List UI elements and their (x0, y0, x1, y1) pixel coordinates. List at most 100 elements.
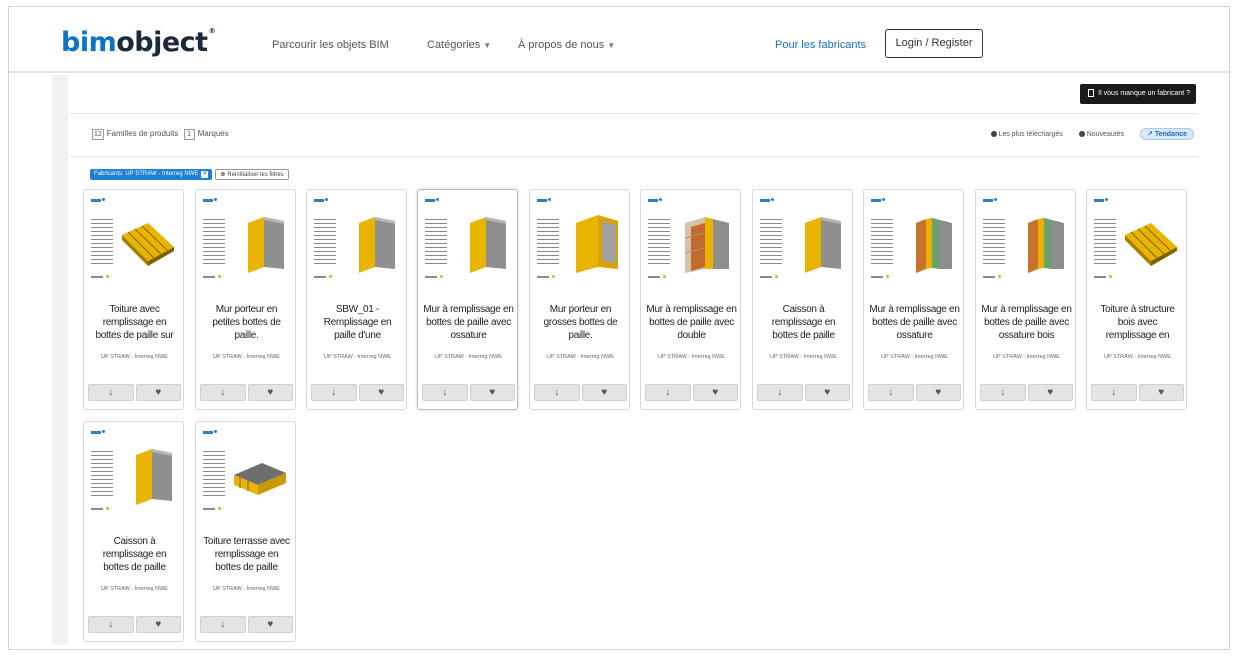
product-thumbnail[interactable] (983, 198, 1070, 287)
product-thumbnail[interactable] (91, 198, 178, 287)
download-button[interactable]: ↓ (757, 384, 803, 401)
thumbnail-footer (537, 275, 555, 278)
product-manufacturer[interactable]: UP STRAW - Interreg NWE (94, 354, 175, 361)
nav-about-us[interactable]: À propos de nous ▼ (518, 39, 615, 51)
favorite-button[interactable]: ♥ (581, 384, 627, 401)
families-label[interactable]: Familles de produits (107, 129, 179, 138)
product-thumbnail[interactable] (314, 198, 401, 287)
product-thumbnail[interactable] (425, 198, 512, 287)
product-title[interactable]: SBW_01 - Remplissage en paille d'une (312, 303, 403, 342)
wall-green-icon (916, 218, 952, 273)
product-card[interactable]: Toiture à structure bois avec remplissag… (1086, 189, 1187, 410)
favorite-button[interactable]: ♥ (469, 384, 515, 401)
product-manufacturer[interactable]: UP STRAW - Interreg NWE (94, 586, 175, 593)
sort-options: Les plus téléchargés Nouveautés ↗ Tendan… (977, 128, 1194, 140)
sort-most-downloaded[interactable]: Les plus téléchargés (990, 131, 1063, 138)
download-button[interactable]: ↓ (868, 384, 914, 401)
product-manufacturer[interactable]: UP STRAW - Interreg NWE (540, 354, 621, 361)
product-manufacturer[interactable]: UP STRAW - Interreg NWE (1097, 354, 1178, 361)
favorite-button[interactable]: ♥ (915, 384, 961, 401)
product-card[interactable]: Mur à remplissage en bottes de paille av… (417, 189, 518, 410)
download-button[interactable]: ↓ (645, 384, 691, 401)
favorite-button[interactable]: ♥ (804, 384, 850, 401)
bimobject-logo[interactable]: bimobject® (61, 27, 216, 58)
product-manufacturer[interactable]: UP STRAW - Interreg NWE (428, 354, 509, 361)
favorite-button[interactable]: ♥ (692, 384, 738, 401)
nav-for-manufacturers[interactable]: Pour les fabricants (775, 39, 866, 51)
product-thumbnail[interactable] (871, 198, 958, 287)
reset-filters-button[interactable]: ⊗ Réinitialiser les filtres (215, 169, 289, 180)
favorite-button[interactable]: ♥ (135, 616, 181, 633)
favorite-button[interactable]: ♥ (135, 384, 181, 401)
product-title[interactable]: Caisson à remplissage en bottes de paill… (758, 303, 849, 342)
product-thumbnail[interactable] (648, 198, 735, 287)
nav-categories[interactable]: Catégories ▼ (427, 39, 491, 51)
download-button[interactable]: ↓ (534, 384, 580, 401)
favorite-button[interactable]: ♥ (358, 384, 404, 401)
product-title[interactable]: Mur porteur en grosses bottes de paille. (535, 303, 626, 342)
favorite-button[interactable]: ♥ (1138, 384, 1184, 401)
product-manufacturer[interactable]: UP STRAW - Interreg NWE (206, 586, 287, 593)
download-button[interactable]: ↓ (88, 616, 134, 633)
close-icon[interactable]: × (201, 171, 209, 178)
product-card[interactable]: Toiture avec remplissage en bottes de pa… (83, 189, 184, 410)
product-manufacturer[interactable]: UP STRAW - Interreg NWE (874, 354, 955, 361)
spec-sheet-lines (91, 451, 113, 497)
product-title[interactable]: Mur à remplissage en bottes de paille av… (981, 303, 1072, 342)
product-card[interactable]: Caisson à remplissage en bottes de paill… (83, 421, 184, 642)
brands-label[interactable]: Marques (198, 129, 229, 138)
sort-trending[interactable]: ↗ Tendance (1140, 128, 1194, 140)
nav-browse-bim-objects[interactable]: Parcourir les objets BIM (272, 39, 389, 51)
product-card[interactable]: Caisson à remplissage en bottes de paill… (752, 189, 853, 410)
sort-new[interactable]: Nouveautés (1078, 131, 1124, 138)
favorite-button[interactable]: ♥ (1027, 384, 1073, 401)
product-title[interactable]: Mur porteur en petites bottes de paille. (201, 303, 292, 342)
card-actions: ↓ ♥ (645, 384, 738, 401)
thumbnail-footer (91, 275, 109, 278)
product-thumbnail[interactable] (203, 198, 290, 287)
product-card[interactable]: Mur à remplissage en bottes de paille av… (863, 189, 964, 410)
product-title[interactable]: Toiture à structure bois avec remplissag… (1092, 303, 1183, 342)
product-title[interactable]: Toiture avec remplissage en bottes de pa… (89, 303, 180, 342)
product-thumbnail[interactable] (1094, 198, 1181, 287)
product-manufacturer[interactable]: UP STRAW - Interreg NWE (317, 354, 398, 361)
product-card[interactable]: Mur porteur en grosses bottes de paille.… (529, 189, 630, 410)
product-manufacturer[interactable]: UP STRAW - Interreg NWE (986, 354, 1067, 361)
browser-page: bimobject® Parcourir les objets BIM Caté… (8, 6, 1230, 650)
chevron-down-icon: ▼ (607, 41, 616, 50)
missing-manufacturer-button[interactable]: Il vous manque un fabricant ? (1080, 84, 1196, 104)
download-button[interactable]: ↓ (980, 384, 1026, 401)
product-title[interactable]: Toiture terrasse avec remplissage en bot… (201, 535, 292, 574)
product-card[interactable]: Mur à remplissage en bottes de paille av… (975, 189, 1076, 410)
download-button[interactable]: ↓ (1091, 384, 1137, 401)
download-button[interactable]: ↓ (311, 384, 357, 401)
product-title[interactable]: Caisson à remplissage en bottes de paill… (89, 535, 180, 574)
product-card[interactable]: Mur à remplissage en bottes de paille av… (640, 189, 741, 410)
product-thumbnail[interactable] (537, 198, 624, 287)
product-thumbnail[interactable] (760, 198, 847, 287)
card-actions: ↓ ♥ (200, 616, 293, 633)
download-button[interactable]: ↓ (200, 384, 246, 401)
product-title[interactable]: Mur à remplissage en bottes de paille av… (423, 303, 514, 342)
product-card[interactable]: Toiture terrasse avec remplissage en bot… (195, 421, 296, 642)
thumbnail-footer (203, 507, 221, 510)
product-card[interactable]: SBW_01 - Remplissage en paille d'une UP S… (306, 189, 407, 410)
product-manufacturer[interactable]: UP STRAW - Interreg NWE (651, 354, 732, 361)
product-thumbnail[interactable] (203, 430, 290, 519)
product-thumbnail[interactable] (91, 430, 178, 519)
product-card[interactable]: Mur porteur en petites bottes de paille.… (195, 189, 296, 410)
roof-slab-icon (1125, 223, 1177, 266)
product-title[interactable]: Mur à remplissage en bottes de paille av… (869, 303, 960, 342)
favorite-button[interactable]: ♥ (247, 384, 293, 401)
thumbnail-footer (871, 275, 889, 278)
manufacturer-filter-chip[interactable]: Fabricants: UP STRAW - Interreg NWE × (90, 169, 213, 180)
download-button[interactable]: ↓ (200, 616, 246, 633)
download-button[interactable]: ↓ (422, 384, 468, 401)
spec-sheet-lines (983, 219, 1005, 265)
download-button[interactable]: ↓ (88, 384, 134, 401)
login-register-button[interactable]: Login / Register (885, 29, 983, 58)
favorite-button[interactable]: ♥ (247, 616, 293, 633)
product-title[interactable]: Mur à remplissage en bottes de paille av… (646, 303, 737, 342)
product-manufacturer[interactable]: UP STRAW - Interreg NWE (206, 354, 287, 361)
product-manufacturer[interactable]: UP STRAW - Interreg NWE (763, 354, 844, 361)
